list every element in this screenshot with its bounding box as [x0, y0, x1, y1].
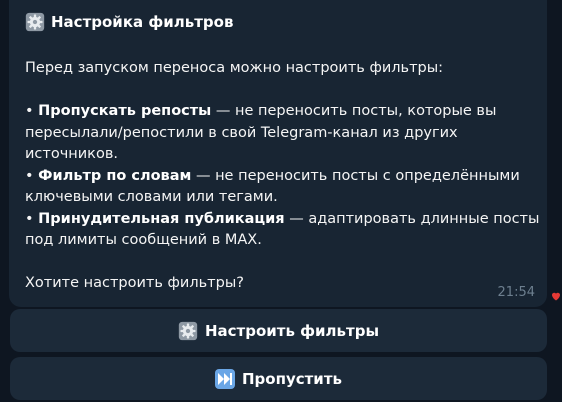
- next-track-icon: [214, 368, 235, 389]
- message-title-text: Настройка фильтров: [51, 13, 234, 31]
- filter-name: Фильтр по словам: [38, 167, 192, 184]
- filter-item-reposts: • Пропускать репосты — не переносить пос…: [25, 103, 497, 162]
- gear-icon: [178, 321, 198, 340]
- configure-filters-button[interactable]: Настроить фильтры: [10, 309, 547, 352]
- message-time: 21:54: [497, 285, 535, 300]
- configure-filters-label: Настроить фильтры: [204, 321, 380, 340]
- message-body: Перед запуском переноса можно настроить …: [25, 58, 545, 295]
- question-text: Хотите настроить фильтры?: [25, 275, 244, 291]
- filter-item-words: • Фильтр по словам — не переносить посты…: [25, 167, 520, 206]
- skip-label: Пропустить: [241, 369, 342, 388]
- filter-name: Пропускать репосты: [38, 103, 212, 119]
- chat-area: Настройка фильтров Перед запуском перено…: [0, 0, 562, 402]
- skip-button[interactable]: Пропустить: [10, 357, 547, 400]
- filter-name: Принудительная публикация: [38, 210, 285, 227]
- filter-item-forced-publish: • Принудительная публикация — адаптирова…: [25, 210, 540, 249]
- gear-icon: [25, 12, 45, 32]
- intro-text: Перед запуском переноса можно настроить …: [25, 60, 444, 76]
- heart-icon[interactable]: [550, 290, 562, 302]
- message-bubble: Настройка фильтров Перед запуском перено…: [9, 0, 547, 307]
- message-title: Настройка фильтров: [25, 11, 233, 33]
